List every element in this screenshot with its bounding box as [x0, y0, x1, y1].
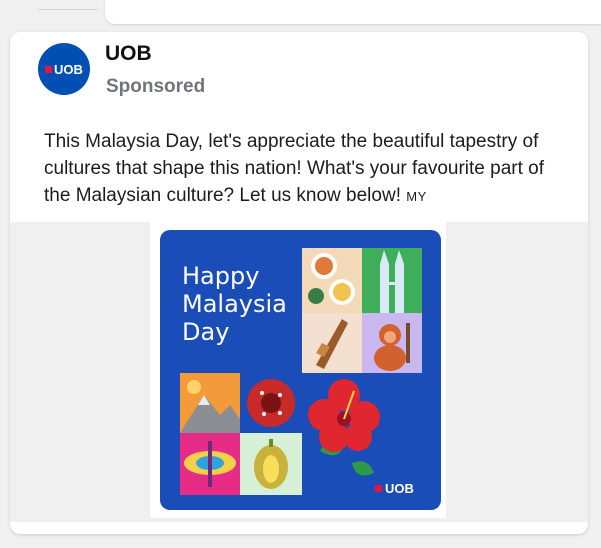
brand-text: UOB: [385, 481, 414, 496]
headline-line-2: Malaysia: [182, 290, 287, 318]
headline-line-3: Day: [182, 318, 230, 346]
post-author[interactable]: UOB: [105, 42, 152, 66]
durian-icon: [240, 433, 302, 495]
ad-image-frame[interactable]: Happy Malaysia Day UOB: [150, 222, 446, 518]
uob-logo-icon: [45, 65, 53, 73]
orangutan-icon: [362, 313, 422, 373]
flag-my: MY: [406, 189, 427, 204]
headline-line-1: Happy: [182, 262, 260, 290]
twin-towers-icon: [362, 248, 422, 313]
divider: [38, 9, 98, 10]
hibiscus-icon: [308, 379, 380, 476]
sponsored-label[interactable]: Sponsored: [106, 76, 205, 98]
post-media[interactable]: Happy Malaysia Day UOB: [10, 222, 588, 522]
wau-kite-icon: [180, 433, 240, 495]
previous-card-edge: [105, 0, 601, 24]
ad-image[interactable]: Happy Malaysia Day UOB: [160, 230, 441, 510]
rafflesia-icon: [240, 373, 302, 433]
food-icon: [302, 248, 362, 313]
mountain-icon: [180, 373, 240, 433]
post-body: This Malaysia Day, let's appreciate the …: [44, 131, 545, 206]
ad-headline: Happy Malaysia Day: [182, 262, 287, 346]
avatar-text: UOB: [54, 61, 83, 77]
post-text: This Malaysia Day, let's appreciate the …: [44, 128, 574, 210]
feed-background-top: [0, 0, 601, 32]
brand-logo: UOB: [375, 481, 414, 496]
uob-logo-icon: [375, 485, 382, 492]
sape-guitar-icon: [302, 313, 362, 373]
avatar[interactable]: UOB: [38, 43, 90, 95]
sponsored-post-card: UOB UOB Sponsored This Malaysia Day, let…: [10, 32, 588, 534]
